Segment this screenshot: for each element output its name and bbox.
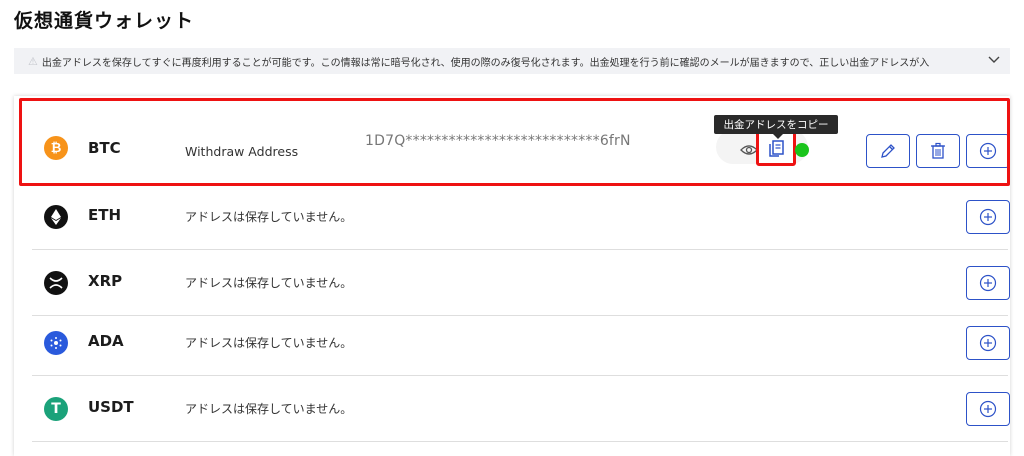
- address-status: アドレスは保存していません。: [185, 210, 353, 224]
- plus-circle-icon: [979, 400, 997, 418]
- page-title: 仮想通貨ウォレット: [14, 10, 195, 32]
- cardano-icon: [44, 331, 68, 355]
- add-address-button[interactable]: [966, 266, 1010, 300]
- plus-circle-icon: [979, 208, 997, 226]
- wallet-row-usdt: T USDT アドレスは保存していません。: [32, 377, 1010, 442]
- wallet-row-xrp: XRP アドレスは保存していません。: [32, 251, 1010, 316]
- wallet-symbol: XRP: [88, 272, 123, 290]
- xrp-icon: [44, 271, 68, 295]
- address-status: アドレスは保存していません。: [185, 276, 353, 290]
- add-address-button[interactable]: [966, 392, 1010, 426]
- warning-triangle-icon: ⚠: [28, 54, 38, 68]
- ethereum-icon: [44, 205, 68, 229]
- add-address-button[interactable]: [966, 200, 1010, 234]
- wallet-symbol: USDT: [88, 398, 134, 416]
- wallet-row-ada: ADA アドレスは保存していません。: [32, 317, 1010, 376]
- chevron-down-icon[interactable]: [988, 53, 1000, 67]
- notice-text: 出金アドレスを保存してすぐに再度利用することが可能です。この情報は常に暗号化され…: [41, 57, 930, 69]
- wallet-row-eth: ETH アドレスは保存していません。: [32, 185, 1010, 250]
- address-status: アドレスは保存していません。: [185, 336, 353, 350]
- address-status: アドレスは保存していません。: [185, 402, 353, 416]
- tether-icon: T: [44, 397, 68, 421]
- wallet-symbol: ETH: [88, 206, 122, 224]
- add-address-button[interactable]: [966, 326, 1010, 360]
- highlight-outline: [19, 98, 1010, 186]
- notice-banner[interactable]: ⚠ 出金アドレスを保存してすぐに再度利用することが可能です。この情報は常に暗号化…: [14, 48, 1010, 74]
- wallet-symbol: ADA: [88, 332, 124, 350]
- plus-circle-icon: [979, 334, 997, 352]
- plus-circle-icon: [979, 274, 997, 292]
